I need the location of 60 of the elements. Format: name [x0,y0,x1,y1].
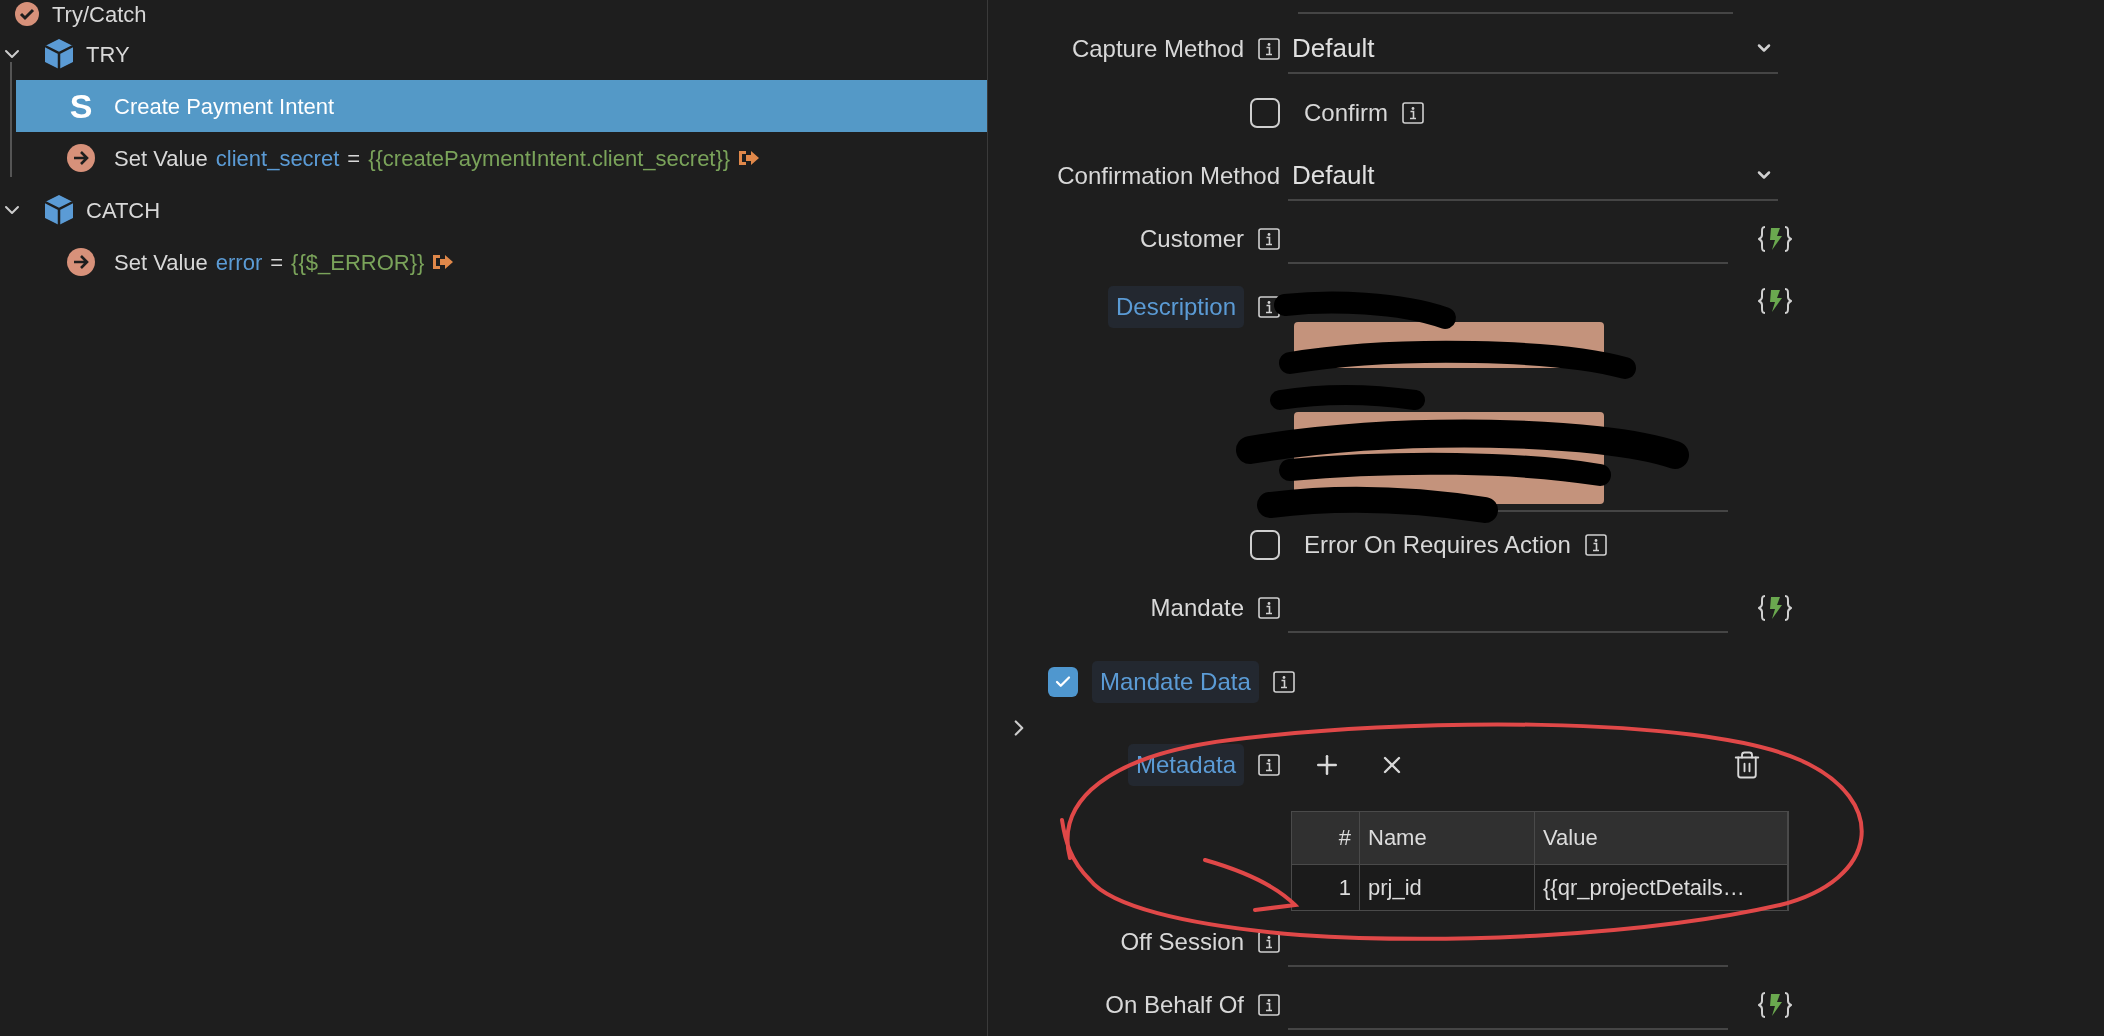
arrow-circle-icon [66,143,96,173]
table-cell: 1 [1292,864,1360,910]
field-label: Confirmation Method [1057,161,1280,191]
tree-item-label: Try/Catch [52,0,147,29]
field-label: Mandate Data [1092,661,1259,704]
select-field[interactable]: Default [1288,151,1778,201]
field-label: On Behalf Of [1105,989,1244,1020]
field-label: Capture Method [1071,34,1244,65]
tree-item-label: Set Value [114,248,208,277]
checkbox[interactable] [1250,530,1280,561]
info-icon[interactable] [1258,228,1280,251]
tree-item[interactable]: Set Value error = {{$_ERROR}} [16,236,987,288]
operator: = [347,144,361,173]
table-cell: prj_id [1360,864,1535,910]
cube-icon [42,193,76,227]
trash-icon[interactable] [1732,749,1762,780]
info-icon[interactable] [1258,597,1280,620]
code-bolt-icon[interactable] [1758,989,1792,1020]
field-label: Mandate [1150,593,1244,624]
select-field[interactable]: Default [1288,24,1778,75]
tree-item-label: CATCH [86,196,161,225]
exit-icon[interactable] [432,253,455,271]
expression: {{$_ERROR}} [291,248,425,277]
tree-item-label: Set Value [114,144,208,173]
checkbox[interactable] [1250,97,1280,128]
expression: {{createPaymentIntent.client_secret}} [368,144,731,173]
field-label: Metadata [1127,743,1244,786]
variable-name: client_secret [215,144,340,173]
column-header: Value [1535,811,1788,864]
tree-item[interactable]: CATCH [0,184,987,236]
info-icon[interactable] [1258,38,1280,61]
tree-item-label: Create Payment Intent [114,92,335,121]
field-label: Confirm [1304,97,1388,128]
tree-item[interactable]: Set Value client_secret = {{createPaymentIntent.client_secret}} [16,132,987,184]
tree-item[interactable]: TRY [0,28,987,80]
field-label: Error On Requires Action [1304,530,1571,561]
table-cell: {{qr_projectDetails… [1535,864,1788,910]
field-label: Description [1107,286,1244,329]
variable-name: error [215,248,263,277]
info-icon[interactable] [1258,753,1280,776]
operator: = [270,248,284,277]
stripe-logo-icon: S [66,89,96,123]
info-icon[interactable] [1258,931,1280,954]
checkbox[interactable] [1048,667,1078,698]
arrow-circle-icon [66,247,96,277]
code-bolt-icon[interactable] [1758,286,1792,317]
info-icon[interactable] [1258,993,1280,1016]
info-icon[interactable] [1402,101,1424,124]
tree-item-label: TRY [86,40,130,69]
code-bolt-icon[interactable] [1758,224,1792,255]
info-icon[interactable] [1258,296,1280,319]
field-label: Customer [1139,224,1244,255]
field-label: Off Session [1120,927,1244,958]
column-header: Name [1360,811,1535,864]
info-icon[interactable] [1272,671,1295,694]
column-header: # [1292,811,1360,864]
code-bolt-icon[interactable] [1758,593,1792,624]
cube-icon [42,37,76,71]
exit-icon[interactable] [738,149,761,167]
info-icon[interactable] [1584,534,1607,557]
